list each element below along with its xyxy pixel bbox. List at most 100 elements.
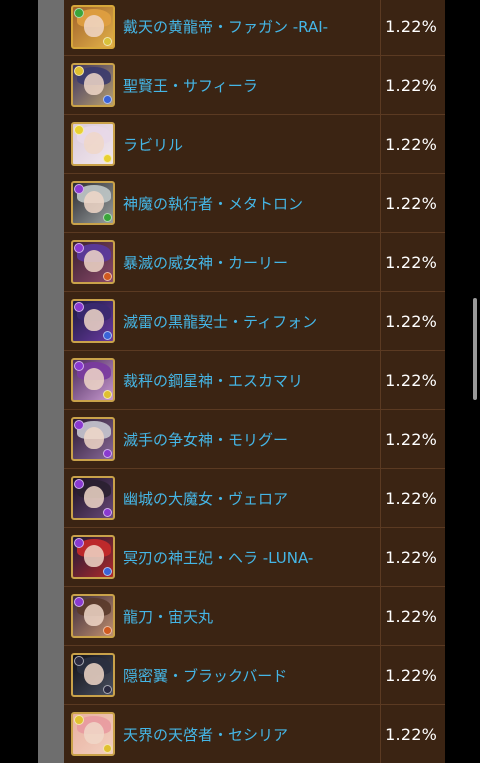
portrait-face bbox=[84, 250, 104, 272]
table-row[interactable]: 戴天の黄龍帝・ファガン -RAI- 1.22% bbox=[64, 0, 445, 56]
sub-attribute-icon bbox=[103, 508, 112, 517]
main-attribute-icon bbox=[74, 420, 84, 430]
chutenmaru-portrait-icon[interactable] bbox=[71, 594, 115, 638]
kali-portrait-icon[interactable] bbox=[71, 240, 115, 284]
monster-name-link[interactable]: 戴天の黄龍帝・ファガン -RAI- bbox=[123, 16, 328, 37]
monster-name-link[interactable]: 隠密翼・ブラックバード bbox=[123, 665, 287, 686]
main-attribute-icon bbox=[74, 479, 84, 489]
main-attribute-icon bbox=[74, 7, 84, 18]
monster-name-link[interactable]: 滅手の争女神・モリグー bbox=[123, 429, 288, 450]
main-attribute-icon bbox=[74, 243, 84, 253]
sub-attribute-icon bbox=[103, 390, 112, 399]
sub-attribute-icon bbox=[103, 626, 112, 635]
usage-percent: 1.22% bbox=[385, 134, 437, 154]
monster-cell: 聖賢王・サフィーラ bbox=[64, 56, 381, 114]
monster-cell: 神魔の執行者・メタトロン bbox=[64, 174, 381, 232]
hera-luna-portrait-icon[interactable] bbox=[71, 535, 115, 579]
main-attribute-icon bbox=[74, 302, 84, 312]
usage-percent: 1.22% bbox=[385, 429, 437, 449]
morrigan-portrait-icon[interactable] bbox=[71, 417, 115, 461]
sub-attribute-icon bbox=[103, 567, 112, 576]
page: 戴天の黄龍帝・ファガン -RAI- 1.22% 聖賢王・サフィーラ 1.22% ラビリル… bbox=[0, 0, 480, 763]
escamael-portrait-icon[interactable] bbox=[71, 358, 115, 402]
main-attribute-icon bbox=[74, 66, 84, 76]
usage-percent: 1.22% bbox=[385, 252, 437, 272]
monster-name-link[interactable]: 天界の天啓者・セシリア bbox=[123, 724, 288, 745]
monster-name-link[interactable]: 神魔の執行者・メタトロン bbox=[123, 193, 303, 214]
blackbird-portrait-icon[interactable] bbox=[71, 653, 115, 697]
table-row[interactable]: 神魔の執行者・メタトロン 1.22% bbox=[64, 174, 445, 233]
sub-attribute-icon bbox=[103, 154, 112, 163]
monster-cell: 隠密翼・ブラックバード bbox=[64, 646, 381, 704]
sub-attribute-icon bbox=[103, 95, 112, 104]
usage-percent: 1.22% bbox=[385, 311, 437, 331]
usage-percent: 1.22% bbox=[385, 370, 437, 390]
table-row[interactable]: 龍刀・宙天丸 1.22% bbox=[64, 587, 445, 646]
table-row[interactable]: 隠密翼・ブラックバード 1.22% bbox=[64, 646, 445, 705]
sub-attribute-icon bbox=[103, 744, 112, 753]
monster-name-link[interactable]: ラビリル bbox=[123, 134, 183, 155]
portrait-face bbox=[84, 545, 104, 567]
main-attribute-icon bbox=[74, 597, 84, 607]
main-attribute-icon bbox=[74, 656, 84, 666]
main-attribute-icon bbox=[74, 538, 84, 548]
monster-name-link[interactable]: 暴滅の威女神・カーリー bbox=[123, 252, 288, 273]
table-row[interactable]: 暴滅の威女神・カーリー 1.22% bbox=[64, 233, 445, 292]
table-row[interactable]: 裁秤の鋼星神・エスカマリ 1.22% bbox=[64, 351, 445, 410]
monster-cell: 滅手の争女神・モリグー bbox=[64, 410, 381, 468]
metatron-portrait-icon[interactable] bbox=[71, 181, 115, 225]
sapphira-portrait-icon[interactable] bbox=[71, 63, 115, 107]
portrait-face bbox=[84, 722, 104, 744]
main-attribute-icon bbox=[74, 361, 84, 371]
usage-percent: 1.22% bbox=[385, 547, 437, 567]
table-row[interactable]: 聖賢王・サフィーラ 1.22% bbox=[64, 56, 445, 115]
monster-cell: 龍刀・宙天丸 bbox=[64, 587, 381, 645]
portrait-face bbox=[84, 427, 104, 449]
usage-percent: 1.22% bbox=[385, 17, 437, 36]
monster-cell: 戴天の黄龍帝・ファガン -RAI- bbox=[64, 0, 381, 55]
table-row[interactable]: 幽城の大魔女・ヴェロア 1.22% bbox=[64, 469, 445, 528]
scrollbar-thumb[interactable] bbox=[473, 298, 477, 400]
monster-cell: ラビリル bbox=[64, 115, 381, 173]
monster-usage-table: 戴天の黄龍帝・ファガン -RAI- 1.22% 聖賢王・サフィーラ 1.22% ラビリル… bbox=[64, 0, 445, 763]
table-row[interactable]: ラビリル 1.22% bbox=[64, 115, 445, 174]
monster-name-link[interactable]: 龍刀・宙天丸 bbox=[123, 606, 213, 627]
main-attribute-icon bbox=[74, 184, 84, 194]
table-row[interactable]: 滅雷の黒龍契士・ティフォン 1.22% bbox=[64, 292, 445, 351]
portrait-face bbox=[84, 368, 104, 390]
portrait-face bbox=[84, 309, 104, 331]
left-gutter bbox=[38, 0, 64, 763]
monster-name-link[interactable]: 滅雷の黒龍契士・ティフォン bbox=[123, 311, 317, 332]
sub-attribute-icon bbox=[103, 449, 112, 458]
typhon-portrait-icon[interactable] bbox=[71, 299, 115, 343]
table-row[interactable]: 冥刃の神王妃・ヘラ -LUNA- 1.22% bbox=[64, 528, 445, 587]
monster-name-link[interactable]: 幽城の大魔女・ヴェロア bbox=[123, 488, 288, 509]
monster-name-link[interactable]: 聖賢王・サフィーラ bbox=[123, 75, 258, 96]
main-attribute-icon bbox=[74, 125, 84, 135]
monster-name-link[interactable]: 裁秤の鋼星神・エスカマリ bbox=[123, 370, 303, 391]
monster-cell: 幽城の大魔女・ヴェロア bbox=[64, 469, 381, 527]
usage-percent: 1.22% bbox=[385, 193, 437, 213]
cecilia-portrait-icon[interactable] bbox=[71, 712, 115, 756]
monster-cell: 天界の天啓者・セシリア bbox=[64, 705, 381, 763]
monster-cell: 冥刃の神王妃・ヘラ -LUNA- bbox=[64, 528, 381, 586]
usage-percent: 1.22% bbox=[385, 606, 437, 626]
sub-attribute-icon bbox=[103, 272, 112, 281]
fagan-rai-portrait-icon[interactable] bbox=[71, 4, 115, 49]
table-row[interactable]: 天界の天啓者・セシリア 1.22% bbox=[64, 705, 445, 763]
portrait-face bbox=[84, 604, 104, 626]
portrait-face bbox=[84, 132, 104, 154]
sub-attribute-icon bbox=[103, 685, 112, 694]
usage-percent: 1.22% bbox=[385, 724, 437, 744]
veroah-portrait-icon[interactable] bbox=[71, 476, 115, 520]
portrait-face bbox=[84, 191, 104, 213]
table-row[interactable]: 滅手の争女神・モリグー 1.22% bbox=[64, 410, 445, 469]
main-attribute-icon bbox=[74, 715, 84, 725]
usage-percent: 1.22% bbox=[385, 488, 437, 508]
monster-name-link[interactable]: 冥刃の神王妃・ヘラ -LUNA- bbox=[123, 547, 313, 568]
labyrille-portrait-icon[interactable] bbox=[71, 122, 115, 166]
portrait-face bbox=[84, 14, 104, 37]
portrait-face bbox=[84, 73, 104, 95]
sub-attribute-icon bbox=[103, 213, 112, 222]
usage-percent: 1.22% bbox=[385, 75, 437, 95]
